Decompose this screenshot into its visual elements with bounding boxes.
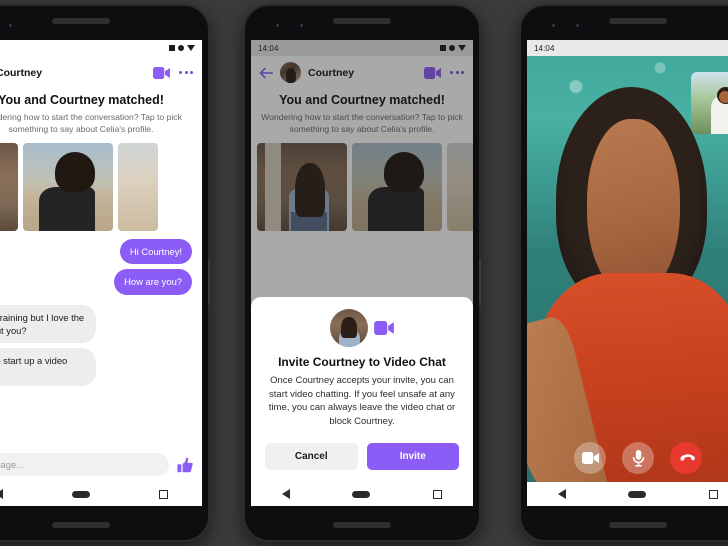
- chat-header: Courtney: [0, 56, 202, 89]
- status-bar-time: 14:04: [534, 43, 555, 53]
- toggle-microphone-button[interactable]: [622, 442, 654, 474]
- call-control-bar: [527, 442, 728, 474]
- video-call-view: [527, 40, 728, 506]
- end-call-button[interactable]: [670, 442, 702, 474]
- phone-chat-screen: Courtney You and Courtney matched! Wonde…: [0, 40, 202, 506]
- android-nav-bar: [251, 482, 473, 506]
- self-person-face: [718, 90, 728, 103]
- profile-photo-strip[interactable]: [0, 135, 202, 232]
- video-camera-icon: [374, 320, 394, 335]
- square-icon: [169, 45, 175, 51]
- video-camera-icon[interactable]: [153, 66, 170, 79]
- recents-square-icon[interactable]: [432, 489, 442, 499]
- self-video-feed[interactable]: [691, 72, 728, 134]
- message-input[interactable]: Write a message...: [0, 453, 169, 476]
- home-pill-icon[interactable]: [352, 490, 371, 498]
- back-triangle-icon[interactable]: [282, 489, 291, 499]
- dialog-title: Invite Courtney to Video Chat: [278, 354, 446, 369]
- invite-button[interactable]: Invite: [366, 443, 459, 470]
- front-sensor-icon: [276, 24, 279, 27]
- dialog-body: Once Courtney accepts your invite, you c…: [268, 374, 456, 428]
- toggle-camera-button[interactable]: [574, 442, 606, 474]
- recents-square-icon[interactable]: [158, 489, 168, 499]
- phone-call-screen: 14:04: [527, 40, 728, 506]
- thumbs-up-icon[interactable]: [177, 457, 193, 473]
- back-triangle-icon[interactable]: [0, 489, 3, 499]
- bottom-speaker: [52, 522, 110, 528]
- cancel-button[interactable]: Cancel: [265, 443, 358, 470]
- contact-name: Courtney: [0, 66, 43, 79]
- phone-invite: 14:04 Courtney You and Courtney matched!…: [243, 4, 481, 542]
- power-button[interactable]: [479, 259, 481, 305]
- back-triangle-icon[interactable]: [558, 489, 567, 499]
- profile-photo-3[interactable]: [118, 143, 158, 232]
- message-bubble-incoming: Do you want to start up a video date?: [0, 347, 96, 387]
- phone-call: 14:04: [519, 4, 728, 542]
- message-bubble-outgoing: Hi Courtney!: [119, 239, 192, 265]
- recents-square-icon[interactable]: [708, 489, 718, 499]
- remote-person-face: [586, 119, 681, 297]
- phone-invite-screen: 14:04 Courtney You and Courtney matched!…: [251, 40, 473, 506]
- message-composer: Write a message...: [0, 447, 202, 482]
- circle-icon: [178, 45, 184, 51]
- status-bar: [0, 40, 202, 56]
- screenshot-stage: Courtney You and Courtney matched! Wonde…: [0, 0, 728, 546]
- message-row: I am great! It's raining but I love the …: [0, 304, 192, 387]
- android-nav-bar: [527, 482, 728, 506]
- more-options-icon[interactable]: [179, 71, 193, 74]
- status-bar: 14:04: [527, 40, 728, 56]
- header-actions: [153, 66, 193, 79]
- match-subtitle: Wondering how to start the conversation?…: [0, 112, 182, 134]
- message-list: Hi Courtney! How are you? I am great! It…: [0, 231, 202, 387]
- message-bubble-outgoing: How are you?: [114, 269, 192, 295]
- home-pill-icon[interactable]: [628, 490, 647, 498]
- modal-icon-row: [265, 308, 459, 347]
- bottom-speaker: [609, 522, 667, 528]
- phone-chat: Courtney You and Courtney matched! Wonde…: [0, 4, 210, 542]
- triangle-down-icon: [187, 45, 195, 51]
- home-pill-icon[interactable]: [71, 490, 90, 498]
- dialog-actions: Cancel Invite: [265, 443, 459, 470]
- earpiece-speaker: [52, 18, 110, 24]
- video-camera-icon: [581, 452, 599, 464]
- front-camera-icon: [300, 24, 303, 27]
- status-bar-icons: [169, 45, 195, 51]
- earpiece-speaker: [609, 18, 667, 24]
- earpiece-speaker: [333, 18, 391, 24]
- front-camera-icon: [9, 24, 12, 27]
- phone-hangup-icon: [679, 453, 695, 461]
- message-row: Hi Courtney!: [0, 239, 192, 265]
- profile-photo-2[interactable]: [23, 143, 113, 232]
- video-chat-invite-dialog: Invite Courtney to Video Chat Once Court…: [251, 296, 473, 482]
- avatar: [330, 308, 368, 347]
- message-bubble-incoming: I am great! It's raining but I love the …: [0, 304, 96, 343]
- match-title: You and Courtney matched!: [0, 93, 164, 107]
- front-camera-icon: [576, 24, 579, 27]
- microphone-icon: [632, 449, 644, 467]
- power-button[interactable]: [208, 259, 210, 305]
- android-nav-bar: [0, 482, 202, 506]
- bottom-speaker: [333, 522, 391, 528]
- front-sensor-icon: [552, 24, 555, 27]
- profile-photo-1[interactable]: [0, 143, 18, 232]
- message-row: How are you?: [0, 269, 192, 295]
